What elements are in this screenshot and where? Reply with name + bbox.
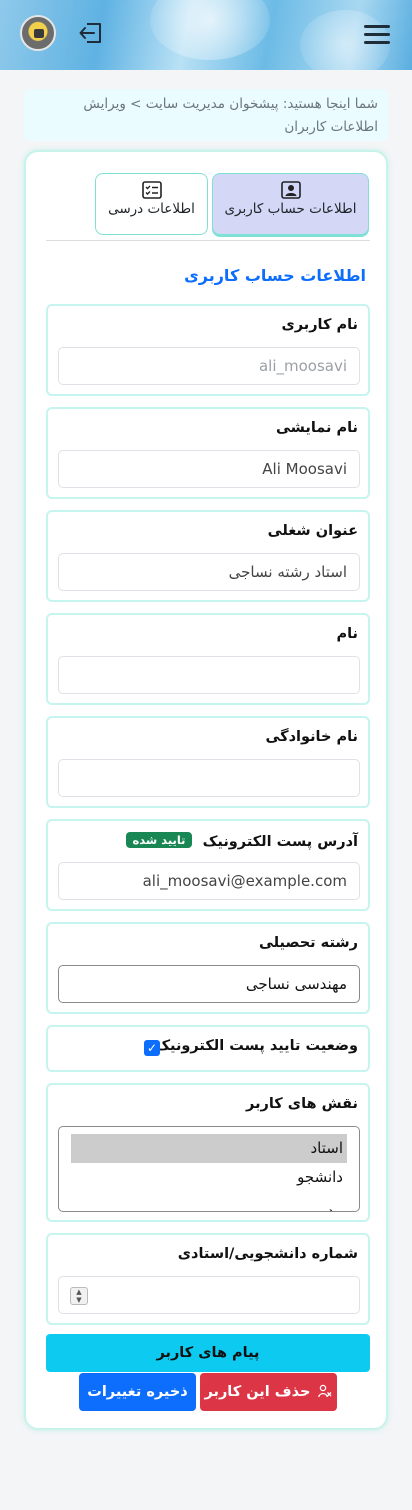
roles-label: نقش های کاربر bbox=[246, 1096, 358, 1112]
last-name-input[interactable] bbox=[58, 759, 360, 797]
logout-icon[interactable] bbox=[78, 21, 104, 45]
job-title-input[interactable]: استاد رشته نساجی bbox=[58, 553, 360, 591]
checklist-icon bbox=[141, 181, 162, 199]
last-name-group: نام خانوادگی bbox=[46, 716, 370, 808]
username-label: نام کاربری bbox=[281, 317, 358, 333]
job-title-group: عنوان شغلی استاد رشته نساجی bbox=[46, 510, 370, 602]
student-id-input[interactable] bbox=[58, 1276, 360, 1314]
display-name-input[interactable]: Ali Moosavi bbox=[58, 450, 360, 488]
username-input[interactable]: ali_moosavi bbox=[58, 347, 360, 385]
roles-group: نقش های کاربر استاد دانشجو مدیر bbox=[46, 1083, 370, 1222]
breadcrumb: شما اینجا هستید: پیشخوان مدیریت سایت > و… bbox=[24, 89, 388, 141]
id-card-icon bbox=[280, 181, 301, 199]
number-spinner-icon[interactable]: ▲ ▼ bbox=[70, 1287, 88, 1305]
role-option[interactable]: مدیر bbox=[71, 1192, 347, 1211]
verified-badge: تایید شده bbox=[126, 832, 192, 848]
email-label: آدرس پست الکترونیک bbox=[202, 834, 358, 850]
email-verified-checkbox[interactable]: ✓ bbox=[144, 1040, 160, 1056]
user-messages-button[interactable]: پیام های کاربر bbox=[46, 1334, 370, 1372]
email-input[interactable]: ali_moosavi@example.com bbox=[58, 862, 360, 900]
user-avatar-icon[interactable] bbox=[20, 15, 56, 51]
email-group: آدرس پست الکترونیک تایید شده ali_moosavi… bbox=[46, 819, 370, 911]
email-verified-group: وضعیت تایید پست الکترونیک ✓ bbox=[46, 1025, 370, 1072]
username-group: نام کاربری ali_moosavi bbox=[46, 304, 370, 396]
tabs-divider bbox=[46, 240, 370, 241]
display-name-label: نام نمایشی bbox=[275, 420, 358, 436]
hamburger-menu-icon[interactable] bbox=[364, 25, 390, 47]
roles-select[interactable]: استاد دانشجو مدیر bbox=[58, 1126, 360, 1212]
tab-course-info-label: اطلاعات درسی bbox=[108, 201, 195, 217]
first-name-group: نام bbox=[46, 613, 370, 705]
email-verified-label: وضعیت تایید پست الکترونیک bbox=[155, 1038, 358, 1054]
navbar-highlight bbox=[150, 0, 270, 60]
delete-user-button[interactable]: حذف این کاربر bbox=[200, 1373, 337, 1411]
save-changes-button[interactable]: ذخیره تغییرات bbox=[79, 1373, 196, 1411]
first-name-label: نام bbox=[336, 626, 358, 642]
user-remove-icon bbox=[318, 1384, 332, 1398]
field-of-study-label: رشته تحصیلی bbox=[258, 935, 358, 951]
email-label-row: آدرس پست الکترونیک تایید شده bbox=[126, 832, 358, 850]
field-of-study-group: رشته تحصیلی مهندسی نساجی bbox=[46, 922, 370, 1014]
section-title: اطلاعات حساب کاربری bbox=[184, 266, 366, 285]
display-name-group: نام نمایشی Ali Moosavi bbox=[46, 407, 370, 499]
role-option[interactable]: استاد bbox=[71, 1134, 347, 1163]
edit-user-card: اطلاعات حساب کاربری اطلاعات درسی اطلاعات… bbox=[24, 150, 388, 1430]
job-title-label: عنوان شغلی bbox=[267, 523, 358, 539]
field-of-study-input[interactable]: مهندسی نساجی bbox=[58, 965, 360, 1003]
role-option[interactable]: دانشجو bbox=[71, 1163, 347, 1192]
tab-account-info-label: اطلاعات حساب کاربری bbox=[224, 201, 357, 217]
delete-user-label: حذف این کاربر bbox=[204, 1384, 311, 1400]
tab-course-info[interactable]: اطلاعات درسی bbox=[95, 173, 208, 235]
last-name-label: نام خانوادگی bbox=[265, 729, 358, 745]
first-name-input[interactable] bbox=[58, 656, 360, 694]
student-id-label: شماره دانشجویی/استادی bbox=[177, 1246, 358, 1262]
tab-account-info[interactable]: اطلاعات حساب کاربری bbox=[212, 173, 369, 235]
student-id-group: شماره دانشجویی/استادی ▲ ▼ bbox=[46, 1233, 370, 1325]
top-navbar bbox=[0, 0, 412, 70]
